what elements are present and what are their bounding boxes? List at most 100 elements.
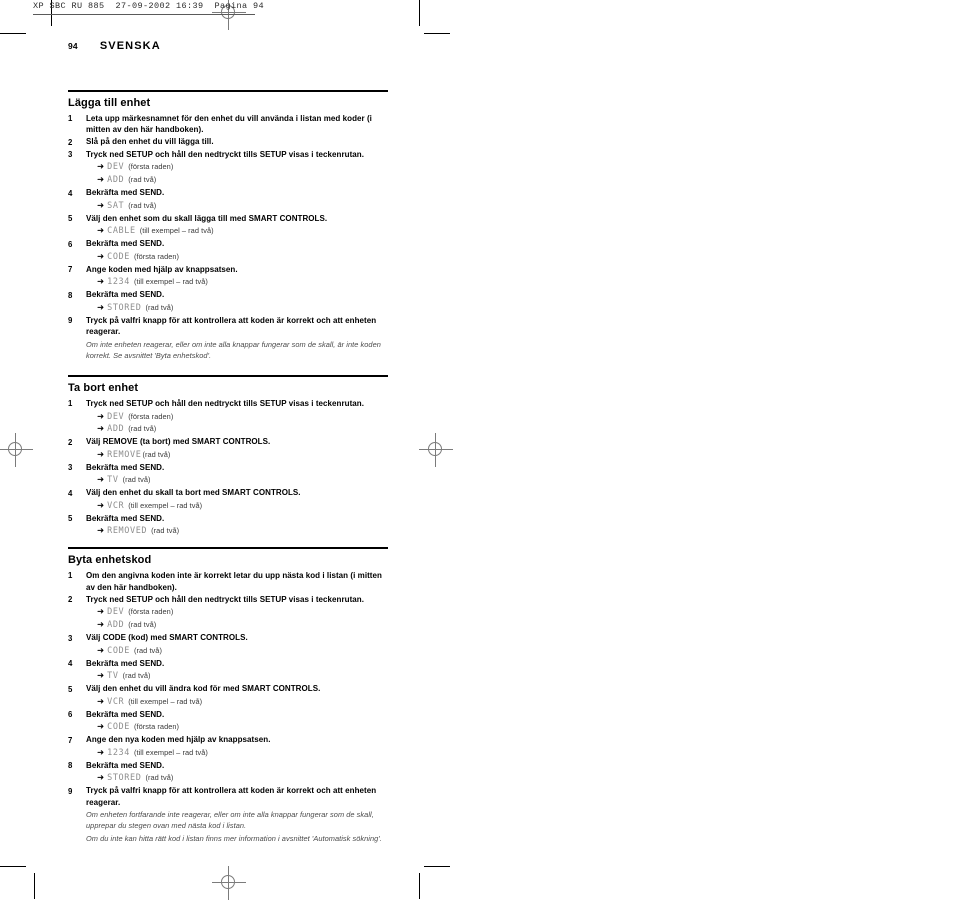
instruction-step: 8 Bekräfta med SEND. <box>68 760 388 772</box>
crop-mark-top-right-horizontal <box>424 33 450 34</box>
lcd-display-text: STORED <box>107 302 142 313</box>
page-number: 94 <box>68 41 78 51</box>
page-content: 94 SVENSKA Lägga till enhet 1 Leta upp mär… <box>68 40 388 844</box>
arrow-right-icon: ➜ <box>97 161 105 172</box>
registration-target-left <box>0 433 33 467</box>
step-text: Om den angivna koden inte är korrekt let… <box>86 570 382 592</box>
lcd-display-note: (till exempel – rad två) <box>128 696 203 706</box>
section: Byta enhetskod 1 Om den angivna koden inte… <box>68 547 388 843</box>
step-text: Tryck på valfri knapp för att kontroller… <box>86 315 377 337</box>
step-number: 8 <box>68 290 73 300</box>
instruction-step: 4 Bekräfta med SEND. <box>68 658 388 670</box>
instruction-step: 6 Bekräfta med SEND. <box>68 238 388 250</box>
lcd-display-note: (första raden) <box>134 251 180 261</box>
section-heading: Ta bort enhet <box>68 381 139 394</box>
step-text: Välj CODE (kod) med SMART CONTROLS. <box>86 633 248 643</box>
arrow-right-icon: ➜ <box>97 772 105 783</box>
instruction-step: 8 Bekräfta med SEND. <box>68 289 388 301</box>
arrow-right-icon: ➜ <box>97 199 105 210</box>
step-text: Bekräfta med SEND. <box>86 658 165 668</box>
lcd-display-note: (första raden) <box>128 607 174 617</box>
lcd-display-note: (rad två) <box>128 424 157 434</box>
lcd-display-text: REMOVED <box>107 526 148 537</box>
lcd-display-text: TV <box>107 671 119 682</box>
arrow-right-icon: ➜ <box>97 525 105 536</box>
step-number: 1 <box>68 399 73 409</box>
lcd-display-text: CODE <box>107 722 130 733</box>
display-readout-line: ➜ 1234 (till exempel – rad två) <box>97 747 388 759</box>
lcd-display-text: DEV <box>107 411 125 422</box>
arrow-right-icon: ➜ <box>97 695 105 706</box>
step-text: Tryck ned SETUP och håll den nedtryckt t… <box>86 398 365 408</box>
step-text: Bekräfta med SEND. <box>86 188 165 198</box>
lcd-display-note: (till exempel – rad två) <box>139 226 214 236</box>
arrow-right-icon: ➜ <box>97 670 105 681</box>
display-readout-line: ➜ VCR (till exempel – rad två) <box>97 696 388 708</box>
step-text: Bekräfta med SEND. <box>86 290 165 300</box>
display-readout-line: ➜ CODE (första raden) <box>97 721 388 733</box>
lcd-display-note: (första raden) <box>128 411 174 421</box>
lcd-display-note: (rad två) <box>128 200 157 210</box>
step-number: 5 <box>68 214 73 224</box>
step-number: 5 <box>68 514 73 524</box>
lcd-display-text: CABLE <box>107 226 136 237</box>
step-number: 4 <box>68 188 73 198</box>
instruction-step: 2 Välj REMOVE (ta bort) med SMART CONTROL… <box>68 436 388 448</box>
step-text: Bekräfta med SEND. <box>86 709 165 719</box>
lcd-display-text: CODE <box>107 645 130 656</box>
arrow-right-icon: ➜ <box>97 644 105 655</box>
display-readout-line: ➜ DEV (första raden) <box>97 606 388 618</box>
instruction-step: 3 Bekräfta med SEND. <box>68 462 388 474</box>
lcd-display-text: ADD <box>107 175 125 186</box>
step-number: 2 <box>68 595 73 605</box>
lcd-display-note: (rad två) <box>151 526 180 536</box>
lcd-display-note: (till exempel – rad två) <box>134 277 208 287</box>
step-number: 6 <box>68 239 73 249</box>
step-note: Om enheten fortfarande inte reagerar, el… <box>86 810 374 831</box>
display-readout-line: ➜ STORED (rad två) <box>97 302 388 314</box>
arrow-right-icon: ➜ <box>97 606 105 617</box>
registration-target-right <box>419 433 453 467</box>
lcd-display-text: VCR <box>107 696 125 707</box>
section-divider <box>68 547 388 549</box>
display-readout-line: ➜ REMOVED (rad två) <box>97 525 388 537</box>
arrow-right-icon: ➜ <box>97 276 105 287</box>
arrow-right-icon: ➜ <box>97 410 105 421</box>
lcd-display-text: SAT <box>107 200 125 211</box>
lcd-display-text: CODE <box>107 251 130 262</box>
instruction-step: 4 Välj den enhet du skall ta bort med SMA… <box>68 487 388 499</box>
lcd-display-note: (rad två) <box>122 671 151 681</box>
sections-container: Lägga till enhet 1 Leta upp märkesnamnet f… <box>68 90 388 844</box>
step-text: Välj REMOVE (ta bort) med SMART CONTROLS… <box>86 437 271 447</box>
section: Ta bort enhet 1 Tryck ned SETUP och håll d… <box>68 375 388 538</box>
arrow-right-icon: ➜ <box>97 746 105 757</box>
step-note: Om inte enheten reagerar, eller om inte … <box>86 339 381 361</box>
display-readout-line: ➜ ADD (rad två) <box>97 174 388 186</box>
instruction-step: 7 Ange den nya koden med hjälp av knappsa… <box>68 734 388 746</box>
lcd-display-text: ADD <box>107 620 125 631</box>
step-number: 3 <box>68 150 73 160</box>
instruction-step: 4 Bekräfta med SEND. <box>68 187 388 199</box>
section-heading: Byta enhetskod <box>68 553 152 566</box>
display-readout-line: ➜ CABLE (till exempel – rad två) <box>97 225 388 237</box>
registration-target-bottom <box>212 866 246 900</box>
instruction-step: 2 Tryck ned SETUP och håll den nedtryckt … <box>68 594 388 606</box>
display-readout-line: ➜ CODE (rad två) <box>97 645 388 657</box>
step-number: 4 <box>68 488 73 498</box>
registration-ring <box>221 875 235 889</box>
arrow-right-icon: ➜ <box>97 721 105 732</box>
registration-ring <box>8 442 22 456</box>
display-readout-line: ➜ DEV (första raden) <box>97 411 388 423</box>
instruction-step: 6 Bekräfta med SEND. <box>68 709 388 721</box>
step-text: Tryck ned SETUP och håll den nedtryckt t… <box>86 594 365 604</box>
display-readout-line: ➜ ADD (rad två) <box>97 619 388 631</box>
step-text: Bekräfta med SEND. <box>86 760 165 770</box>
arrow-right-icon: ➜ <box>97 474 105 485</box>
step-text: Välj den enhet du vill ändra kod för med… <box>86 684 321 694</box>
arrow-right-icon: ➜ <box>97 225 105 236</box>
display-readout-line: ➜ SAT (rad två) <box>97 200 388 212</box>
lcd-display-note: (första raden) <box>134 722 180 732</box>
crop-mark-bottom-left-vertical <box>34 873 35 899</box>
lcd-display-note: (rad två) <box>142 449 171 459</box>
lcd-display-text: 1234 <box>107 747 130 758</box>
